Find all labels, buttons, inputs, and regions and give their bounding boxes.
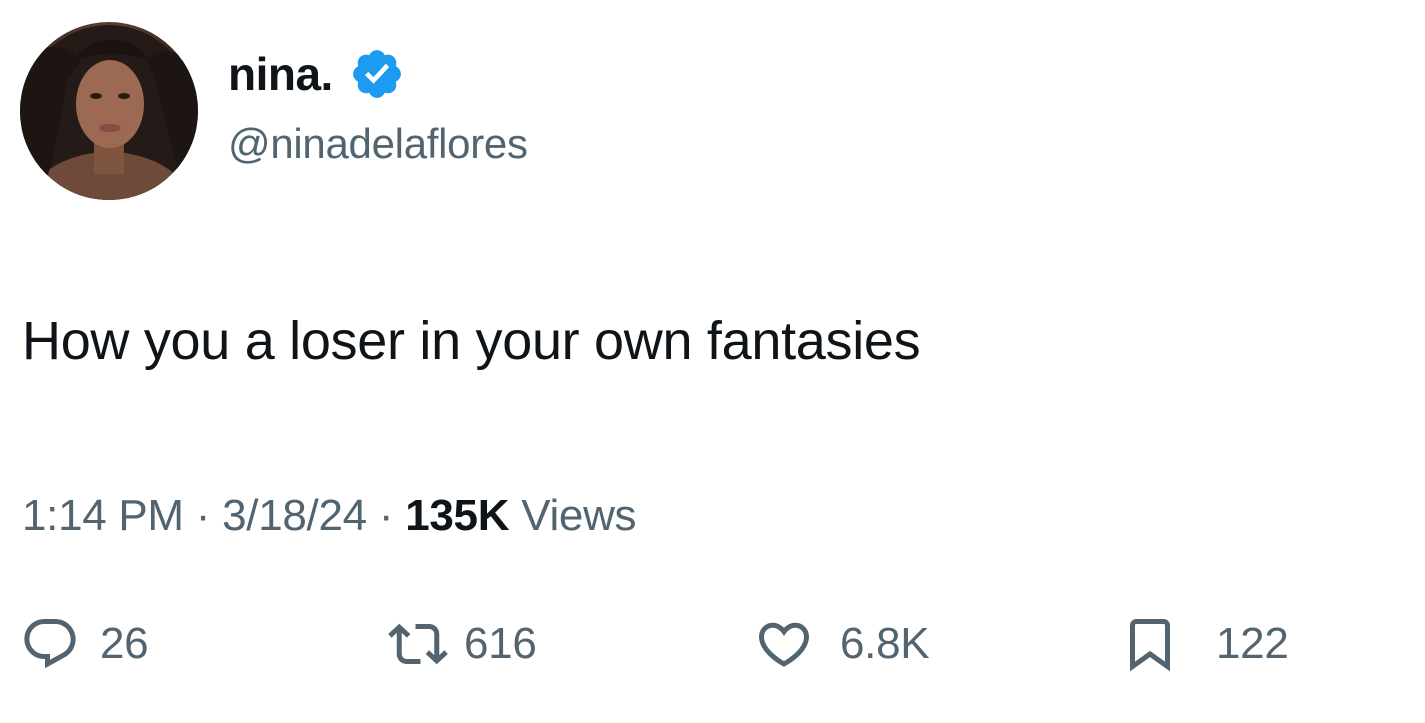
reply-count: 26 <box>100 619 149 668</box>
tweet-time[interactable]: 1:14 PM <box>22 491 184 541</box>
retweet-button[interactable]: 616 <box>388 608 537 680</box>
tweet-date[interactable]: 3/18/24 <box>222 491 367 541</box>
reply-icon <box>20 614 80 674</box>
like-count: 6.8K <box>840 619 930 668</box>
retweet-count: 616 <box>464 619 537 668</box>
tweet-meta: 1:14 PM · 3/18/24 · 135K Views <box>22 484 637 548</box>
tweet-text: How you a loser in your own fantasies <box>22 311 921 371</box>
author-handle[interactable]: @ninadelaflores <box>228 120 528 168</box>
avatar[interactable] <box>20 22 198 200</box>
author-display-name[interactable]: nina. <box>228 47 333 101</box>
verified-badge-icon <box>349 46 405 102</box>
tweet: nina. @ninadelaflores How you a loser in… <box>0 0 1425 723</box>
avatar-photo <box>20 25 198 200</box>
bookmark-count: 122 <box>1216 619 1289 668</box>
action-bar: 26 616 6.8K 122 <box>0 608 1425 680</box>
views-label: Views <box>521 491 637 540</box>
bookmark-icon <box>1120 614 1180 674</box>
bookmark-button[interactable]: 122 <box>1120 608 1289 680</box>
reply-button[interactable]: 26 <box>20 608 149 680</box>
heart-icon <box>754 614 814 674</box>
retweet-icon <box>388 614 448 674</box>
author-name-row: nina. <box>228 42 405 106</box>
views-count: 135K <box>405 491 510 540</box>
meta-separator: · <box>378 491 394 540</box>
like-button[interactable]: 6.8K <box>754 608 930 680</box>
meta-separator: · <box>195 491 211 540</box>
